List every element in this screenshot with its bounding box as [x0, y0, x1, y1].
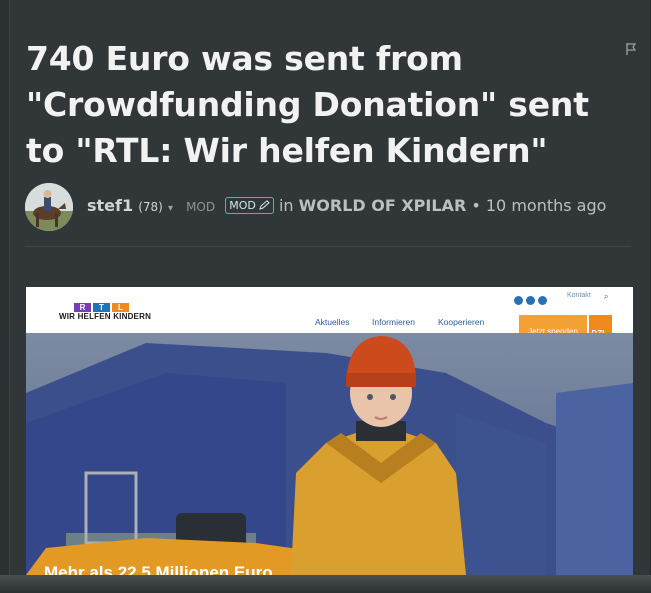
mod-badge[interactable]: MOD	[225, 197, 274, 214]
post-meta: stef1 (78) ▾ MOD MOD in WORLD OF XPILAR …	[25, 183, 625, 233]
rtl-logo-l: L	[112, 303, 129, 312]
community-link[interactable]: WORLD OF XPILAR	[299, 196, 467, 215]
hero-caption: Mehr als 22,5 Millionen Euro	[44, 563, 273, 575]
nav-informieren: Informieren	[372, 317, 415, 327]
author-reputation: (78)	[138, 200, 163, 214]
rtl-header: RTL WIR HELFEN KINDERN Kontakt ⌕ Aktuell…	[26, 287, 633, 349]
meta-line: stef1 (78) ▾ MOD MOD in WORLD OF XPILAR …	[87, 196, 606, 215]
avatar[interactable]	[25, 183, 73, 231]
rtl-logo-t: T	[93, 303, 110, 312]
time-separator: •	[466, 196, 486, 215]
hero-photo	[26, 333, 633, 575]
rtl-logo-r: R	[74, 303, 91, 312]
bottom-fade	[0, 575, 651, 593]
nav-aktuelles: Aktuelles	[315, 317, 350, 327]
flag-icon[interactable]	[624, 42, 638, 56]
kontakt-link: Kontakt	[567, 292, 591, 299]
twitter-icon	[538, 296, 547, 305]
instagram-icon	[526, 296, 535, 305]
social-icons	[514, 292, 550, 310]
rtl-tagline: WIR HELFEN KINDERN	[59, 312, 152, 321]
edit-icon	[259, 200, 270, 210]
in-word: in	[278, 196, 294, 215]
post-title: 740 Euro was sent from "Crowdfunding Don…	[26, 39, 589, 170]
mod-label: MOD	[186, 200, 216, 214]
mod-badge-label: MOD	[229, 199, 256, 212]
post-time[interactable]: 10 months ago	[486, 196, 607, 215]
author-link[interactable]: stef1	[87, 196, 133, 215]
caret-down-icon[interactable]: ▾	[168, 203, 173, 214]
embedded-screenshot[interactable]: RTL WIR HELFEN KINDERN Kontakt ⌕ Aktuell…	[26, 287, 633, 575]
facebook-icon	[514, 296, 523, 305]
nav-kooperieren: Kooperieren	[438, 317, 485, 327]
search-icon: ⌕	[604, 292, 609, 301]
divider	[25, 246, 631, 247]
